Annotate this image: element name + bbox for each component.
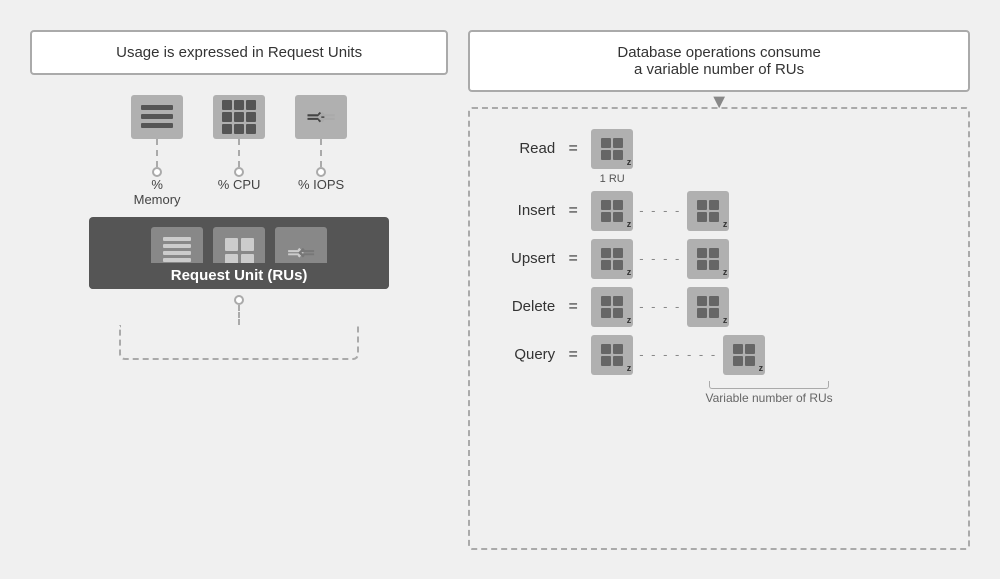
resource-labels: % Memory % CPU % IOPS	[131, 177, 347, 207]
right-title-box: Database operations consume a variable n…	[468, 30, 970, 92]
memory-icon-box	[131, 95, 183, 139]
op-icons-delete: z - - - - z	[591, 287, 948, 327]
main-container: Usage is expressed in Request Units	[20, 20, 980, 560]
memory-label: % Memory	[131, 177, 183, 207]
op-row-insert: Insert = z - - - -	[490, 191, 948, 231]
insert-dashes: - - - -	[639, 203, 681, 218]
insert-db-icon-2: z	[687, 191, 729, 231]
query-db-icon-2: z	[723, 335, 765, 375]
iops-connector	[295, 139, 347, 177]
op-icons-insert: z - - - - z	[591, 191, 948, 231]
bottom-dashed-line	[238, 305, 240, 325]
iops-icon: ⇒ ⇐	[307, 104, 336, 130]
right-title-line1: Database operations consume	[617, 44, 820, 61]
query-dashes: - - - - - - -	[639, 347, 717, 362]
op-equals-delete: =	[565, 298, 581, 316]
op-label-upsert: Upsert	[490, 250, 555, 267]
op-equals-query: =	[565, 346, 581, 364]
cpu-icon	[217, 95, 261, 139]
resources-area: ⇒ ⇐	[30, 95, 448, 360]
read-icon-wrapper: z 1 RU	[591, 129, 633, 169]
cpu-label: % CPU	[213, 177, 265, 207]
delete-dashes: - - - -	[639, 299, 681, 314]
bottom-dashed-box	[119, 325, 359, 360]
op-label-read: Read	[490, 140, 555, 157]
ru-label-text: Request Unit (RUs)	[171, 267, 308, 284]
op-label-insert: Insert	[490, 202, 555, 219]
operations-table: Read = z	[490, 129, 948, 375]
upsert-db-icon-2: z	[687, 239, 729, 279]
op-icons-query: z - - - - - - - z	[591, 335, 948, 375]
read-db-icon: z	[591, 129, 633, 169]
top-resource-icons: ⇒ ⇐	[131, 95, 347, 139]
op-label-delete: Delete	[490, 298, 555, 315]
op-equals-insert: =	[565, 202, 581, 220]
delete-db-icon-2: z	[687, 287, 729, 327]
op-row-delete: Delete = z - - - -	[490, 287, 948, 327]
connector-lines	[131, 139, 347, 177]
dashed-operations-container: ▼ Read =	[468, 107, 970, 550]
op-icons-upsert: z - - - - z	[591, 239, 948, 279]
op-equals-upsert: =	[565, 250, 581, 268]
query-db-icon-1: z	[591, 335, 633, 375]
right-panel: Database operations consume a variable n…	[468, 30, 970, 550]
cpu-icon-box	[213, 95, 265, 139]
variable-bracket	[709, 381, 829, 389]
op-equals-read: =	[565, 140, 581, 158]
down-arrow-icon: ▼	[709, 91, 729, 114]
op-icons-read: z 1 RU	[591, 129, 948, 169]
insert-db-icon-1: z	[591, 191, 633, 231]
variable-label: Variable number of RUs	[706, 391, 833, 405]
iops-resource-icon: ⇒ ⇐	[295, 95, 347, 139]
left-panel: Usage is expressed in Request Units	[30, 30, 448, 550]
bottom-connector	[119, 295, 359, 360]
op-row-read: Read = z	[490, 129, 948, 169]
read-ru-number: 1 RU	[600, 173, 625, 185]
cpu-resource-icon	[213, 95, 265, 139]
ru-box-wrapper: ⇒ ⇐ Request Unit (RUs)	[89, 217, 389, 289]
op-label-query: Query	[490, 346, 555, 363]
op-row-upsert: Upsert = z - - - -	[490, 239, 948, 279]
op-row-query: Query = z - - - - - - -	[490, 335, 948, 375]
variable-label-wrapper: Variable number of RUs	[590, 381, 948, 405]
left-title-box: Usage is expressed in Request Units	[30, 30, 448, 75]
memory-icon	[136, 100, 178, 133]
ru-label: Request Unit (RUs)	[89, 263, 389, 289]
cpu-connector	[213, 139, 265, 177]
memory-connector	[131, 139, 183, 177]
right-title-line2: a variable number of RUs	[634, 61, 804, 78]
upsert-db-icon-1: z	[591, 239, 633, 279]
iops-icon-box: ⇒ ⇐	[295, 95, 347, 139]
iops-label: % IOPS	[295, 177, 347, 207]
left-title: Usage is expressed in Request Units	[116, 44, 362, 61]
delete-db-icon-1: z	[591, 287, 633, 327]
upsert-dashes: - - - -	[639, 251, 681, 266]
memory-resource-icon	[131, 95, 183, 139]
